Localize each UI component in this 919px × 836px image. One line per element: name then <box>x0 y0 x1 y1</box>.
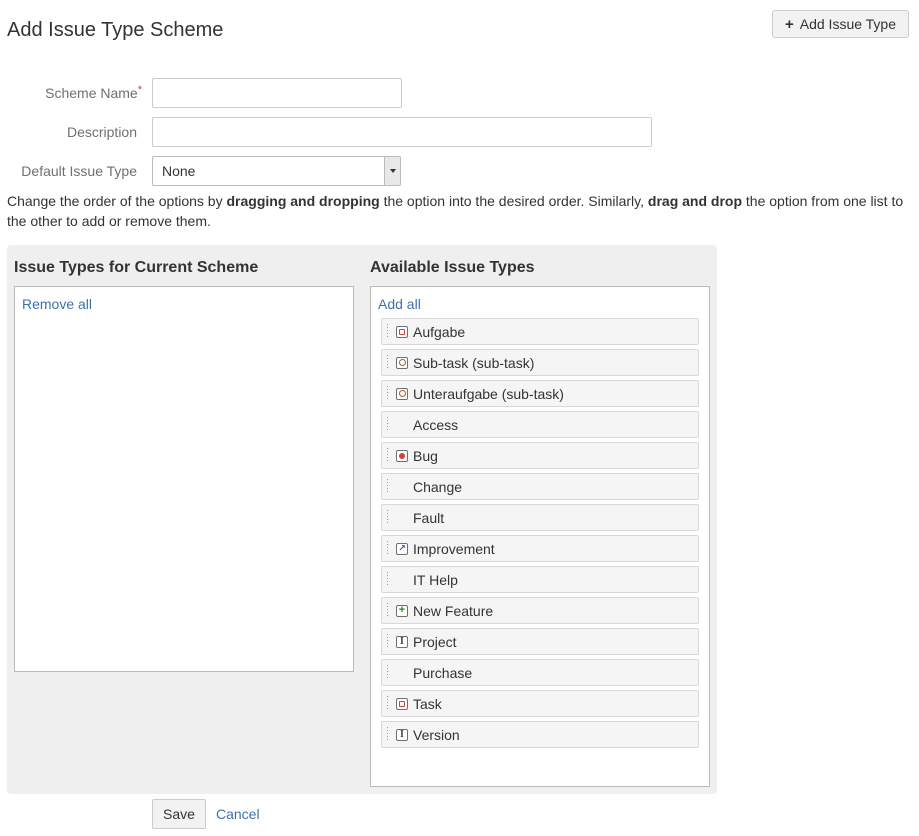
current-scheme-list[interactable]: Remove all <box>14 286 354 672</box>
issue-type-item[interactable]: ↗ Improvement <box>381 535 699 562</box>
drag-handle-icon[interactable] <box>386 665 390 680</box>
add-issue-type-button[interactable]: + Add Issue Type <box>772 10 909 38</box>
issue-type-item[interactable]: + New Feature <box>381 597 699 624</box>
available-types-list[interactable]: Add all Aufgabe Sub-task (sub-task) Untera… <box>370 286 710 787</box>
default-issue-type-value: None <box>162 163 196 179</box>
remove-all-link[interactable]: Remove all <box>22 296 92 312</box>
empty-icon <box>396 667 408 679</box>
page-title: Add Issue Type Scheme <box>7 19 224 41</box>
instructions-text: Change the order of the options by dragg… <box>7 193 904 229</box>
add-all-link[interactable]: Add all <box>378 296 421 312</box>
save-button[interactable]: Save <box>152 799 206 829</box>
add-issue-type-label: Add Issue Type <box>799 16 896 32</box>
description-input[interactable] <box>152 117 652 147</box>
empty-icon <box>396 512 408 524</box>
issue-type-item[interactable]: I Project <box>381 628 699 655</box>
default-issue-type-label: Default Issue Type <box>21 163 137 179</box>
issue-type-label: Version <box>413 726 460 743</box>
issue-type-item[interactable]: Change <box>381 473 699 500</box>
empty-icon <box>396 419 408 431</box>
required-marker: * <box>137 84 142 96</box>
issue-type-label: Task <box>413 695 442 712</box>
task-icon <box>396 325 408 338</box>
chevron-down-icon <box>384 157 400 185</box>
drag-handle-icon[interactable] <box>386 572 390 587</box>
project-icon: I <box>396 635 408 648</box>
issue-type-label: Change <box>413 478 463 495</box>
current-scheme-title: Issue Types for Current Scheme <box>14 259 259 276</box>
drag-handle-icon[interactable] <box>386 448 390 463</box>
subtask-icon <box>396 356 408 369</box>
empty-icon <box>396 481 408 493</box>
issue-type-label: Unteraufgabe (sub-task) <box>413 385 564 402</box>
plus-icon: + <box>784 15 794 33</box>
task-icon <box>396 697 408 710</box>
available-types-title: Available Issue Types <box>370 259 535 276</box>
issue-type-item[interactable]: Purchase <box>381 659 699 686</box>
issue-type-item[interactable]: Bug <box>381 442 699 469</box>
issue-type-label: Purchase <box>413 664 473 681</box>
drag-handle-icon[interactable] <box>386 541 390 556</box>
drag-handle-icon[interactable] <box>386 324 390 339</box>
issue-type-label: IT Help <box>413 571 458 588</box>
issue-type-label: Bug <box>413 447 438 464</box>
issue-type-item[interactable]: Access <box>381 411 699 438</box>
drag-handle-icon[interactable] <box>386 417 390 432</box>
drag-handle-icon[interactable] <box>386 603 390 618</box>
scheme-editor-panel: Issue Types for Current Scheme Remove al… <box>7 245 717 794</box>
drag-handle-icon[interactable] <box>386 386 390 401</box>
cancel-link[interactable]: Cancel <box>216 806 260 822</box>
issue-type-item[interactable]: Sub-task (sub-task) <box>381 349 699 376</box>
new-feature-icon: + <box>396 604 408 617</box>
issue-type-item[interactable]: Task <box>381 690 699 717</box>
issue-type-label: Fault <box>413 509 445 526</box>
issue-type-label: Sub-task (sub-task) <box>413 354 535 371</box>
project-icon: I <box>396 728 408 741</box>
default-issue-type-select[interactable]: None <box>152 156 401 186</box>
drag-handle-icon[interactable] <box>386 510 390 525</box>
issue-type-label: Improvement <box>413 540 495 557</box>
bug-icon <box>396 449 408 462</box>
subtask-icon <box>396 387 408 400</box>
drag-handle-icon[interactable] <box>386 727 390 742</box>
issue-type-item[interactable]: Aufgabe <box>381 318 699 345</box>
empty-icon <box>396 574 408 586</box>
scheme-name-label: Scheme Name* <box>45 84 142 101</box>
issue-type-label: Project <box>413 633 457 650</box>
improvement-icon: ↗ <box>396 542 408 555</box>
issue-type-label: New Feature <box>413 602 494 619</box>
issue-type-label: Access <box>413 416 459 433</box>
description-label: Description <box>66 124 137 140</box>
issue-type-label: Aufgabe <box>413 323 466 340</box>
issue-type-item[interactable]: IT Help <box>381 566 699 593</box>
drag-handle-icon[interactable] <box>386 634 390 649</box>
issue-type-item[interactable]: Fault <box>381 504 699 531</box>
drag-handle-icon[interactable] <box>386 696 390 711</box>
drag-handle-icon[interactable] <box>386 479 390 494</box>
scheme-name-input[interactable] <box>152 78 402 108</box>
issue-type-item[interactable]: Unteraufgabe (sub-task) <box>381 380 699 407</box>
issue-type-item[interactable]: I Version <box>381 721 699 748</box>
drag-handle-icon[interactable] <box>386 355 390 370</box>
